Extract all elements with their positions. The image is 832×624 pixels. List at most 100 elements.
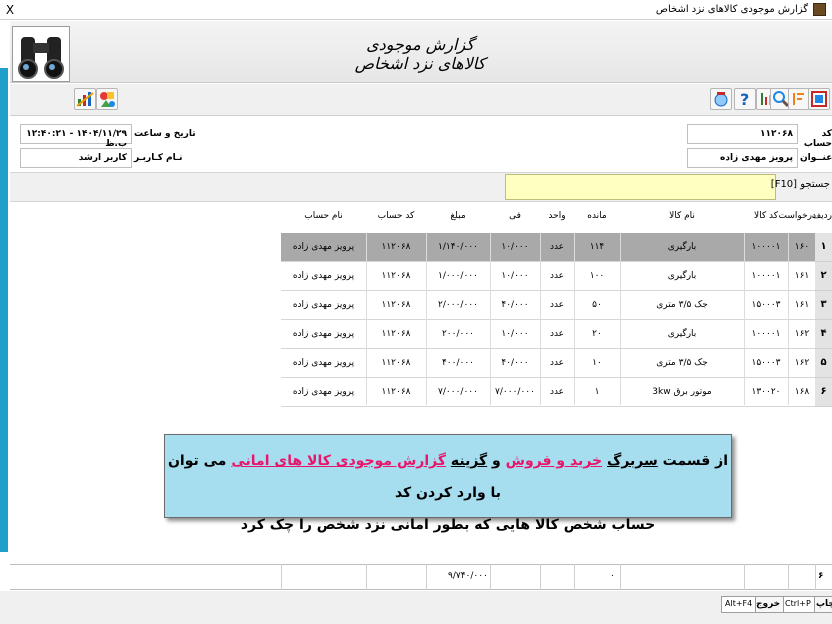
cell-request: ۱۶۲: [794, 329, 810, 339]
account-title-label: عنــوان: [800, 153, 832, 163]
cell-request: ۱۶۰: [794, 242, 810, 252]
user-field: کاربر ارشد: [20, 148, 132, 168]
toolbar: [10, 84, 832, 116]
callout-text: و: [487, 453, 506, 469]
row-index[interactable]: ۲: [815, 262, 832, 291]
cell-request: ۱۶۲: [794, 358, 810, 368]
footer-divider: [574, 564, 575, 590]
col-header-price: فی: [509, 211, 521, 221]
cell-price: ۴۰/۰۰۰: [501, 300, 529, 310]
close-button[interactable]: X: [2, 2, 18, 18]
col-header-unit: واحد: [548, 211, 566, 221]
table-row[interactable]: ۱۶۲ ۱۵۰۰۰۳ جک ۳/۵ متری ۱۰ عدد ۴۰/۰۰۰ ۴۰۰/۰۰۰ ۱۱…: [281, 349, 815, 378]
cell-item-code: ۱۵۰۰۰۳: [751, 300, 781, 310]
accent-stripe: [0, 68, 8, 552]
col-header-account-name: نام حساب: [304, 211, 343, 221]
row-index[interactable]: ۴: [815, 320, 832, 349]
shapes-icon[interactable]: [96, 88, 118, 110]
cell-price: ۴۰/۰۰۰: [501, 358, 529, 368]
cell-amount: ۲/۰۰۰/۰۰۰: [438, 300, 478, 310]
cell-account-code: ۱۱۲۰۶۸: [381, 387, 411, 397]
callout-text: از قسمت: [657, 453, 729, 469]
print-shortcut: Ctrl+P: [781, 596, 815, 613]
cell-amount: ۴۰۰/۰۰۰: [441, 358, 475, 368]
cell-account-code: ۱۱۲۰۶۸: [381, 300, 411, 310]
svg-text:?: ?: [740, 90, 749, 109]
cell-remainder: ۱۱۴: [589, 242, 605, 252]
cell-account-code: ۱۱۲۰۶۸: [381, 358, 411, 368]
footer-amount-total: ۹/۷۴۰/۰۰۰: [448, 571, 488, 581]
table-row[interactable]: ۱۶۸ ۱۳۰۰۲۰ موتور برق 3kw ۱ عدد ۷/۰۰۰/۰۰۰ ۷/۰۰۰…: [281, 378, 815, 407]
cell-remainder: ۱۰۰: [589, 271, 605, 281]
table-row[interactable]: ۱۶۱ ۱۵۰۰۰۳ جک ۳/۵ متری ۵۰ عدد ۴۰/۰۰۰ ۲/۰۰۰/۰۰۰…: [281, 291, 815, 320]
cell-remainder: ۱۰: [592, 358, 602, 368]
help-icon[interactable]: ?: [734, 88, 756, 110]
cell-unit: عدد: [549, 329, 565, 339]
sort-icon[interactable]: [788, 88, 810, 110]
callout-text-underlined: سربرگ: [607, 453, 658, 469]
row-index[interactable]: ۵: [815, 349, 832, 378]
cell-unit: عدد: [549, 358, 565, 368]
datetime-field: ۱۴۰۴/۱۱/۲۹ - ۱۲:۴۰:۲۱ ب.ظ: [20, 124, 132, 149]
cell-unit: عدد: [549, 271, 565, 281]
cell-account-name: پرویز مهدی زاده: [292, 242, 355, 252]
table-row[interactable]: ۱۶۱ ۱۰۰۰۰۱ بارگیری ۱۰۰ عدد ۱۰/۰۰۰ ۱/۰۰۰/۰۰۰ ۱۱۲…: [281, 262, 815, 291]
callout-line-2: حساب شخص کالا هایی که بطور امانی نزد شخص…: [240, 517, 656, 533]
footer-divider: [426, 564, 427, 590]
help-globe-icon[interactable]: [710, 88, 732, 110]
footer-remainder-total: ۰: [610, 571, 615, 581]
column-divider: [490, 233, 491, 405]
instruction-callout: از قسمت سربرگ خرید و فروش و گزینه گزارش …: [164, 434, 732, 533]
col-header-remainder: مانده: [587, 211, 607, 221]
footer-divider: [281, 564, 282, 590]
search-input[interactable]: [505, 174, 776, 200]
col-header-item-name: نام کالا: [669, 211, 695, 221]
cell-amount: ۷/۰۰۰/۰۰۰: [438, 387, 478, 397]
cell-amount: ۱/۰۰۰/۰۰۰: [438, 271, 478, 281]
app-icon: [813, 3, 826, 16]
chart-icon[interactable]: [74, 88, 96, 110]
exit-button[interactable]: خروج: [752, 596, 785, 613]
cell-unit: عدد: [549, 387, 565, 397]
col-header-item-code: کد کالا: [753, 211, 779, 221]
cell-item-code: ۱۰۰۰۰۱: [751, 329, 781, 339]
totals-row: [10, 564, 832, 590]
export-icon[interactable]: [808, 88, 830, 110]
binoculars-icon: [12, 26, 70, 82]
cell-account-code: ۱۱۲۰۶۸: [381, 271, 411, 281]
cell-item-name: جک ۳/۵ متری: [656, 358, 708, 368]
col-header-amount: مبلغ: [450, 211, 466, 221]
col-header-request: درخواست: [778, 211, 816, 221]
col-header-index: ردیف: [811, 211, 832, 221]
column-divider: [574, 233, 575, 405]
cell-amount: ۱/۱۴۰/۰۰۰: [438, 242, 478, 252]
cell-request: ۱۶۸: [794, 387, 810, 397]
row-index[interactable]: ۱: [815, 233, 832, 262]
cell-item-name: بارگیری: [667, 329, 697, 339]
footer-count: ۶: [818, 571, 824, 581]
cell-item-name: موتور برق 3kw: [652, 387, 712, 397]
column-divider: [620, 233, 621, 405]
account-code-field[interactable]: ۱۱۲۰۶۸: [687, 124, 798, 144]
cell-amount: ۲۰۰/۰۰۰: [441, 329, 475, 339]
cell-item-name: بارگیری: [667, 271, 697, 281]
table-row[interactable]: ۱۶۲ ۱۰۰۰۰۱ بارگیری ۲۰ عدد ۱۰/۰۰۰ ۲۰۰/۰۰۰ ۱۱۲۰۶۸…: [281, 320, 815, 349]
callout-highlight-buy-sell: خرید و فروش: [505, 453, 603, 469]
cell-request: ۱۶۱: [794, 300, 810, 310]
cell-account-name: پرویز مهدی زاده: [292, 387, 355, 397]
callout-text-underlined: گزینه: [450, 453, 488, 469]
table-row[interactable]: ۱۶۰ ۱۰۰۰۰۱ بارگیری ۱۱۴ عدد ۱۰/۰۰۰ ۱/۱۴۰/۰۰۰ ۱۱۲…: [281, 233, 815, 262]
print-button[interactable]: چاپ: [812, 596, 832, 613]
footer-divider: [815, 564, 816, 590]
cell-item-name: بارگیری: [667, 242, 697, 252]
footer-divider: [540, 564, 541, 590]
row-index[interactable]: ۶: [815, 378, 832, 407]
cell-remainder: ۲۰: [592, 329, 602, 339]
row-index[interactable]: ۳: [815, 291, 832, 320]
window-title: گزارش موجودی کالاهای نزد اشخاص: [655, 4, 808, 15]
column-divider: [426, 233, 427, 405]
search-label: جستجو [F10]: [770, 179, 830, 190]
footer-divider: [620, 564, 621, 590]
cell-remainder: ۵۰: [592, 300, 602, 310]
column-divider: [366, 233, 367, 405]
